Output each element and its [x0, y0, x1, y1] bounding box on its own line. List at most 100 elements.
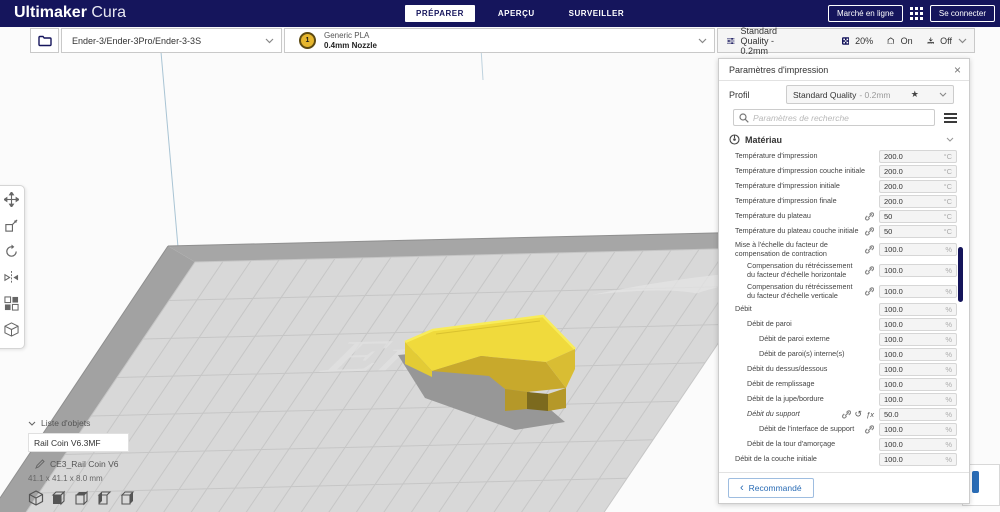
- star-icon[interactable]: ★: [911, 89, 919, 100]
- setting-value-field[interactable]: 200.0 °C: [879, 195, 957, 208]
- setting-row[interactable]: Température d'impression initiale 200.0 °C: [719, 179, 969, 194]
- setting-row[interactable]: Débit 100.0%: [719, 302, 969, 317]
- setting-unit: %: [945, 395, 952, 404]
- setting-value-field[interactable]: 100.0%: [879, 453, 957, 466]
- setting-value-field[interactable]: 100.0%: [879, 393, 957, 406]
- marketplace-button[interactable]: Marché en ligne: [827, 5, 903, 22]
- setting-value-field[interactable]: 100.0%: [879, 423, 957, 436]
- setting-row[interactable]: Mise à l'échelle du facteur de compensat…: [719, 239, 969, 260]
- view-right-icon[interactable]: [120, 490, 136, 506]
- setting-value-field[interactable]: 100.0%: [879, 363, 957, 376]
- scale-tool-icon[interactable]: [4, 218, 19, 233]
- view-3d-icon[interactable]: [28, 490, 44, 506]
- setting-label: Température du plateau couche initiale: [735, 226, 859, 236]
- link-icon[interactable]: [864, 265, 874, 276]
- object-list-toggle[interactable]: Liste d'objets: [28, 418, 136, 428]
- link-icon[interactable]: [864, 244, 874, 255]
- setting-value: 100.0: [884, 305, 903, 314]
- recommended-button[interactable]: ‹ Recommandé: [728, 478, 814, 498]
- mirror-tool-icon[interactable]: [4, 270, 19, 285]
- setting-row[interactable]: Débit de l'interface de support 100.0%: [719, 422, 969, 437]
- setting-row[interactable]: Débit de paroi externe 100.0%: [719, 332, 969, 347]
- link-icon[interactable]: [864, 226, 874, 237]
- panel-scrollbar[interactable]: [958, 247, 963, 302]
- setting-row[interactable]: Température d'impression 200.0 °C: [719, 149, 969, 164]
- move-tool-icon[interactable]: [4, 192, 19, 207]
- revert-icon[interactable]: ↺: [855, 410, 863, 419]
- setting-row[interactable]: Débit du dessus/dessous 100.0%: [719, 362, 969, 377]
- setting-row[interactable]: Température d'impression finale 200.0 °C: [719, 194, 969, 209]
- view-left-icon[interactable]: [97, 490, 113, 506]
- setting-value-field[interactable]: 200.0 °C: [879, 180, 957, 193]
- setting-value-field[interactable]: 100.0%: [879, 243, 957, 256]
- view-top-icon[interactable]: [74, 490, 90, 506]
- project-name: CE3_Rail Coin V6: [50, 459, 119, 469]
- setting-row[interactable]: Débit de paroi 100.0%: [719, 317, 969, 332]
- model-dimensions: 41.1 x 41.1 x 8.0 mm: [28, 474, 103, 483]
- setting-value: 100.0: [884, 440, 903, 449]
- link-icon[interactable]: [841, 409, 851, 420]
- view-front-icon[interactable]: [51, 490, 67, 506]
- link-icon[interactable]: [864, 286, 874, 297]
- setting-unit: °C: [943, 227, 952, 236]
- open-file-button[interactable]: [30, 28, 59, 53]
- chevron-down-icon: [939, 92, 947, 97]
- link-icon[interactable]: [864, 424, 874, 435]
- setting-value-field[interactable]: 100.0%: [879, 285, 957, 298]
- setting-value-field[interactable]: 100.0%: [879, 348, 957, 361]
- setting-value-field[interactable]: 50 °C: [879, 210, 957, 223]
- setting-label: Température d'impression couche initiale: [735, 166, 866, 176]
- close-icon[interactable]: ×: [954, 64, 961, 76]
- material-selector[interactable]: 1 Generic PLA 0.4mm Nozzle: [284, 28, 715, 53]
- tab-prepare[interactable]: PRÉPARER: [405, 5, 475, 22]
- profile-selector[interactable]: Standard Quality - 0.2mm ★: [786, 85, 954, 104]
- settings-rows: Température d'impression 200.0 °C Températu…: [719, 149, 969, 467]
- setting-row[interactable]: Débit du support ↺ ƒx 50.0%: [719, 407, 969, 422]
- support-icon: [887, 37, 895, 44]
- setting-row[interactable]: Débit de remplissage 100.0%: [719, 377, 969, 392]
- setting-row[interactable]: Compensation du rétrécissement du facteu…: [719, 281, 969, 302]
- setting-value-field[interactable]: 100.0%: [879, 303, 957, 316]
- setting-label: Débit du dessus/dessous: [747, 364, 828, 374]
- per-object-settings-icon[interactable]: [4, 296, 19, 311]
- setting-row[interactable]: Température du plateau 50 °C: [719, 209, 969, 224]
- section-material[interactable]: Matériau: [729, 132, 961, 147]
- setting-row[interactable]: Température du plateau couche initiale 50…: [719, 224, 969, 239]
- object-name-field[interactable]: Rail Coin V6.3MF: [28, 433, 129, 452]
- setting-row[interactable]: Compensation du rétrécissement du facteu…: [719, 260, 969, 281]
- setting-value-field[interactable]: 200.0 °C: [879, 150, 957, 163]
- setting-value-field[interactable]: 50.0%: [879, 408, 957, 421]
- setting-value-field[interactable]: 50 °C: [879, 225, 957, 238]
- setting-value: 200.0: [884, 167, 903, 176]
- chevron-down-icon: [265, 38, 274, 43]
- printer-name: Ender-3/Ender-3Pro/Ender-3-3S: [72, 35, 202, 46]
- setting-label: Débit de l'interface de support: [759, 424, 855, 434]
- function-icon[interactable]: ƒx: [866, 410, 874, 419]
- material-name: Generic PLA: [324, 30, 370, 40]
- tab-monitor[interactable]: SURVEILLER: [558, 5, 636, 22]
- setting-row[interactable]: Débit de paroi(s) interne(s) 100.0%: [719, 347, 969, 362]
- print-settings-selector[interactable]: Standard Quality - 0.2mm 20% On Off: [717, 26, 975, 56]
- link-icon[interactable]: [864, 211, 874, 222]
- search-input[interactable]: [753, 112, 929, 123]
- setting-value-field[interactable]: 100.0%: [879, 264, 957, 277]
- hamburger-icon[interactable]: [944, 112, 957, 123]
- setting-row[interactable]: Débit de la jupe/bordure 100.0%: [719, 392, 969, 407]
- slice-button-edge[interactable]: [972, 471, 979, 493]
- grid-menu-icon[interactable]: [909, 7, 923, 20]
- sign-in-button[interactable]: Se connecter: [929, 5, 995, 22]
- setting-value-field[interactable]: 100.0%: [879, 378, 957, 391]
- support-blocker-icon[interactable]: [4, 322, 19, 337]
- pencil-icon[interactable]: [35, 459, 45, 469]
- setting-value-field[interactable]: 200.0 °C: [879, 165, 957, 178]
- printer-selector[interactable]: Ender-3/Ender-3Pro/Ender-3-3S: [61, 28, 282, 53]
- setting-value-field[interactable]: 100.0%: [879, 318, 957, 331]
- chevron-down-icon: [958, 38, 967, 43]
- setting-row[interactable]: Débit de la tour d'amorçage 100.0%: [719, 437, 969, 452]
- setting-row[interactable]: Température d'impression couche initiale…: [719, 164, 969, 179]
- setting-value-field[interactable]: 100.0%: [879, 333, 957, 346]
- rotate-tool-icon[interactable]: [4, 244, 19, 259]
- setting-row[interactable]: Débit de la couche initiale 100.0%: [719, 452, 969, 467]
- tab-preview[interactable]: APERÇU: [487, 5, 546, 22]
- setting-value-field[interactable]: 100.0%: [879, 438, 957, 451]
